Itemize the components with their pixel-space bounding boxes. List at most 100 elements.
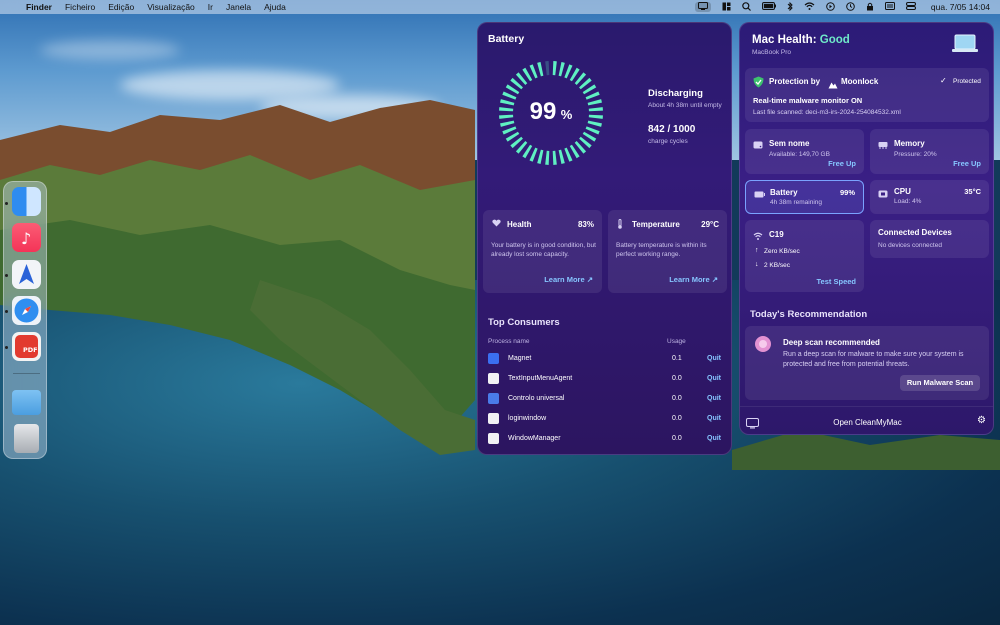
mac-health-title: Mac Health: Good [752,34,850,46]
trash-icon[interactable] [14,424,39,453]
menu-edicao[interactable]: Edição [108,2,134,12]
charge-cycles: 842 / 1000 [648,124,696,135]
battery-ring-segment [564,147,573,162]
cpu-temperature: 35°C [964,187,981,196]
wifi-icon [753,232,763,242]
run-malware-scan-button[interactable]: Run Malware Scan [900,375,980,391]
battery-ring-segment [552,150,557,165]
temperature-learn-more-link[interactable]: Learn More ↗ [669,275,718,284]
battery-status-sub: About 4h 38m until empty [648,102,722,109]
disk-box[interactable]: Sem nome Available: 149,70 GB Free Up [745,129,864,174]
malware-monitor-status: Real-time malware monitor ON [753,96,863,105]
cpu-box[interactable]: CPU Load: 4% 35°C [870,180,989,214]
health-desc: Your battery is in good condition, but a… [491,242,596,258]
test-speed-link[interactable]: Test Speed [817,277,856,286]
magnet-menu-icon[interactable] [722,2,731,13]
temperature-desc: Battery temperature is within its perfec… [616,242,707,258]
svg-text:PDF: PDF [23,346,38,354]
temperature-value: 29°C [701,220,719,229]
gear-icon[interactable]: ⚙ [977,415,986,426]
universal-control-icon [488,393,499,404]
battery-ring-segment [558,149,565,164]
menu-ficheiro[interactable]: Ficheiro [65,2,95,12]
display-icon[interactable] [884,2,895,12]
top-consumers-title: Top Consumers [488,317,560,328]
battery-percent: 99 [529,98,557,125]
disk-free-up-link[interactable]: Free Up [828,159,856,168]
consumer-row: TextInputMenuAgent 0.0 Quit [488,372,723,386]
time-machine-icon[interactable] [846,1,855,13]
temperature-title: Temperature [632,220,680,229]
process-name: Magnet [508,355,532,362]
menu-visualizacao[interactable]: Visualização [147,2,195,12]
running-indicator [5,202,8,205]
download-speed: 2 KB/sec [764,262,791,269]
bluetooth-icon[interactable] [787,1,793,13]
memory-free-up-link[interactable]: Free Up [953,159,981,168]
battery-box[interactable]: Battery 4h 38m remaining 99% [745,180,864,214]
finder-icon[interactable] [12,187,41,216]
memory-box[interactable]: Memory Pressure: 20% Free Up [870,129,989,174]
control-center-icon[interactable] [905,2,916,12]
menu-clock[interactable]: qua. 7/05 14:04 [931,2,990,12]
menu-bar: Finder Ficheiro Edição Visualização Ir J… [0,0,1000,14]
process-usage: 0.0 [672,435,682,442]
process-name: Controlo universal [508,395,565,402]
battery-panel: Battery 99 % Discharging About 4h 38m un… [477,22,732,455]
process-usage: 0.1 [672,355,682,362]
generic-process-icon [488,413,499,424]
protection-title: Protection by [769,77,821,86]
network-name: C19 [769,230,784,239]
battery-ring-segment [585,126,600,135]
cpu-load: Load: 4% [894,198,922,205]
menu-janela[interactable]: Janela [226,2,251,12]
play-icon[interactable] [826,1,835,13]
laptop-icon [951,33,979,55]
battery-menu-icon[interactable] [761,2,776,12]
quit-button[interactable]: Quit [707,375,721,382]
music-icon[interactable]: ♪ [12,223,41,252]
wifi-icon[interactable] [804,2,815,12]
mac-health-title-prefix: Mac Health: [752,34,820,46]
menu-ir[interactable]: Ir [208,2,213,12]
quit-button[interactable]: Quit [707,395,721,402]
col-usage: Usage [667,338,686,345]
process-usage: 0.0 [672,395,682,402]
app-icon[interactable] [12,260,41,289]
memory-title: Memory [894,139,925,148]
network-box[interactable]: C19 ↑ Zero KB/sec ↓ 2 KB/sec Test Speed [745,220,864,292]
heart-icon [492,219,501,229]
menu-app-name[interactable]: Finder [26,2,52,12]
folder-icon[interactable] [12,390,41,415]
search-icon[interactable] [742,1,751,13]
open-cleanmymac-link[interactable]: Open CleanMyMac [740,418,993,427]
mac-health-status: Good [819,34,850,46]
consumer-row: WindowManager 0.0 Quit [488,432,723,446]
battery-ring-segment [545,150,550,165]
health-title: Health [507,220,532,229]
battery-ring-segment [502,126,517,135]
connected-devices-box[interactable]: Connected Devices No devices connected [870,220,989,258]
process-usage: 0.0 [672,375,682,382]
lock-icon[interactable] [866,2,874,13]
battery-ring-segment [545,61,550,76]
dock-separator [13,373,40,374]
battery-ring-segment [552,61,557,76]
quit-button[interactable]: Quit [707,435,721,442]
mac-model: MacBook Pro [752,49,792,56]
safari-icon[interactable] [12,296,41,325]
cpu-title: CPU [894,187,911,196]
menu-ajuda[interactable]: Ajuda [264,2,286,12]
process-name: WindowManager [508,435,561,442]
battery-panel-title: Battery [488,33,525,45]
process-usage: 0.0 [672,415,682,422]
recommendation-card: Deep scan recommended Run a deep scan fo… [745,326,989,400]
pdf-icon[interactable]: PDF [12,332,41,361]
memory-pressure: Pressure: 20% [894,151,937,158]
disk-available: Available: 149,70 GB [769,151,830,158]
upload-arrow-icon: ↑ [755,247,759,254]
quit-button[interactable]: Quit [707,415,721,422]
quit-button[interactable]: Quit [707,355,721,362]
health-learn-more-link[interactable]: Learn More ↗ [544,275,593,284]
cleanmymac-menu-icon[interactable] [694,2,711,12]
